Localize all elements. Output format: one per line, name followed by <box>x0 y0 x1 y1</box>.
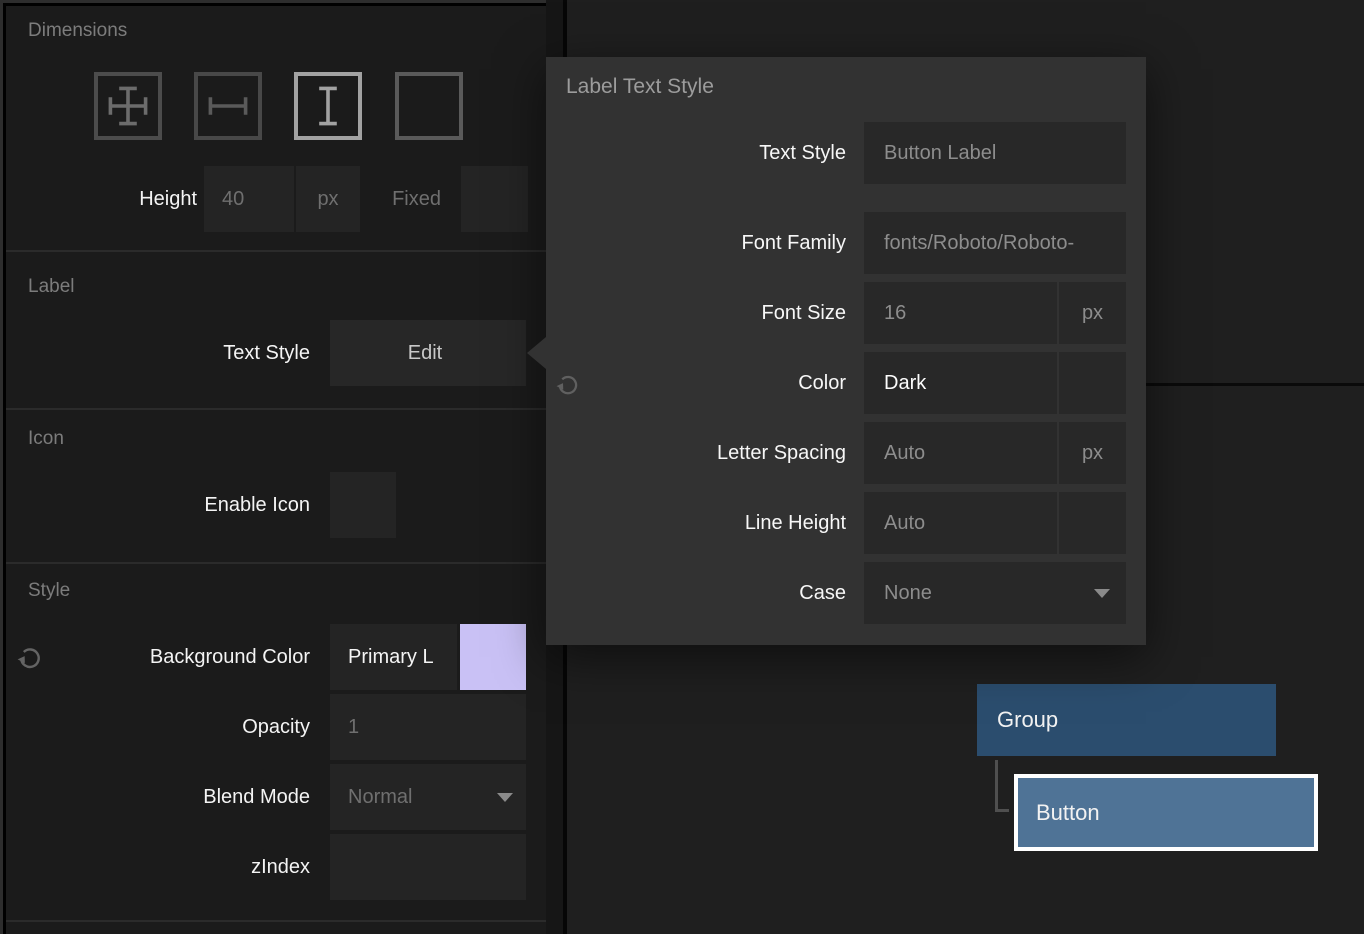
popup-line-height-unit-box[interactable] <box>1059 492 1126 554</box>
opacity-input[interactable]: 1 <box>330 694 526 760</box>
blend-mode-label: Blend Mode <box>0 764 310 830</box>
popup-case-value: None <box>884 582 932 605</box>
icon-section-title: Icon <box>28 428 64 450</box>
section-divider <box>0 250 546 252</box>
zindex-input[interactable] <box>330 834 526 900</box>
popup-line-height-value: Auto <box>884 512 925 535</box>
opacity-label: Opacity <box>0 694 310 760</box>
popup-font-family-field[interactable]: fonts/Roboto/Roboto- <box>864 212 1126 274</box>
popup-text-style-value: Button Label <box>884 142 996 165</box>
blend-mode-value: Normal <box>348 786 412 809</box>
width-and-height-ibeam-icon <box>104 77 152 135</box>
popup-line-height-input[interactable]: Auto <box>864 492 1057 554</box>
dimensions-section-title: Dimensions <box>28 20 127 42</box>
popup-font-family-label: Font Family <box>546 212 846 274</box>
popup-letter-spacing-label: Letter Spacing <box>546 422 846 484</box>
popup-font-size-unit: px <box>1082 302 1103 325</box>
popup-title: Label Text Style <box>566 75 714 99</box>
popup-case-select[interactable]: None <box>864 562 1126 624</box>
section-divider <box>0 408 546 410</box>
app-window: Group Button Dimensions <box>0 0 1364 934</box>
section-divider <box>0 920 546 922</box>
size-height-button[interactable] <box>294 72 362 140</box>
canvas-button-node[interactable]: Button <box>1014 774 1318 851</box>
popup-text-style-field[interactable]: Button Label <box>864 122 1126 184</box>
window-edge-top-line <box>3 3 546 6</box>
height-label: Height <box>0 166 197 232</box>
background-color-label: Background Color <box>0 624 310 690</box>
section-divider <box>0 562 546 564</box>
group-node-label: Group <box>997 707 1058 733</box>
style-section-title: Style <box>28 580 70 602</box>
popup-font-size-label: Font Size <box>546 282 846 344</box>
size-none-button[interactable] <box>395 72 463 140</box>
width-ibeam-icon <box>204 77 252 135</box>
height-value: 40 <box>222 188 244 211</box>
popup-case-label: Case <box>546 562 846 624</box>
enable-icon-label: Enable Icon <box>0 472 310 538</box>
popup-letter-spacing-value: Auto <box>884 442 925 465</box>
window-edge-left-line <box>3 0 6 934</box>
properties-panel: Dimensions Height <box>0 0 546 934</box>
popup-color-value: Dark <box>884 372 926 395</box>
canvas-group-node[interactable]: Group <box>977 684 1276 756</box>
popup-text-style-label: Text Style <box>546 122 846 184</box>
popup-color-extra-box[interactable] <box>1059 352 1126 414</box>
chevron-down-icon <box>1094 589 1110 598</box>
height-input[interactable]: 40 <box>204 166 294 232</box>
popup-letter-spacing-unit-box[interactable]: px <box>1059 422 1126 484</box>
popup-pointer <box>527 337 546 369</box>
popup-font-size-input[interactable]: 16 <box>864 282 1057 344</box>
enable-icon-checkbox[interactable] <box>330 472 396 538</box>
popup-color-field[interactable]: Dark <box>864 352 1057 414</box>
size-width-and-height-button[interactable] <box>94 72 162 140</box>
edit-button-label: Edit <box>408 342 442 365</box>
blend-mode-select[interactable]: Normal <box>330 764 526 830</box>
height-ibeam-icon <box>304 77 352 135</box>
popup-font-family-value: fonts/Roboto/Roboto- <box>884 232 1074 255</box>
popup-font-size-unit-box[interactable]: px <box>1059 282 1126 344</box>
opacity-value: 1 <box>348 716 359 739</box>
background-color-swatch[interactable] <box>460 624 526 690</box>
popup-letter-spacing-input[interactable]: Auto <box>864 422 1057 484</box>
background-color-value: Primary L <box>348 646 434 669</box>
popup-letter-spacing-unit: px <box>1082 442 1103 465</box>
zindex-label: zIndex <box>0 834 310 900</box>
popup-color-label: Color <box>546 352 846 414</box>
label-section-title: Label <box>28 276 75 298</box>
tree-connector-horizontal <box>995 809 1009 812</box>
fixed-label: Fixed <box>283 166 441 232</box>
text-style-label: Text Style <box>0 320 310 386</box>
fixed-checkbox[interactable] <box>461 166 528 232</box>
edit-button[interactable]: Edit <box>330 320 526 386</box>
popup-font-size-value: 16 <box>884 302 906 325</box>
popup-line-height-label: Line Height <box>546 492 846 554</box>
background-color-field[interactable]: Primary L <box>330 624 457 690</box>
chevron-down-icon <box>497 793 513 802</box>
button-node-label: Button <box>1036 800 1100 826</box>
label-text-style-popup: Label Text Style Text Style Button Label… <box>546 57 1146 645</box>
tree-connector-vertical <box>995 760 998 812</box>
size-width-button[interactable] <box>194 72 262 140</box>
